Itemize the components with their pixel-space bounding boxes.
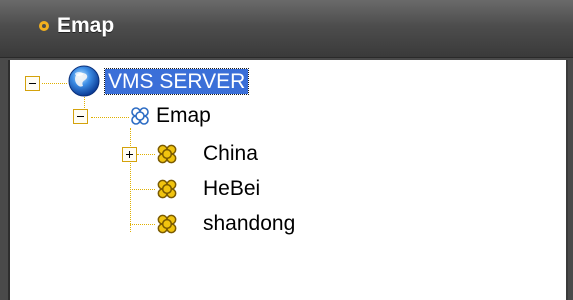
collapse-toggle-icon[interactable] bbox=[73, 109, 88, 124]
tree-line bbox=[130, 224, 155, 225]
tree-line bbox=[130, 128, 131, 232]
globe-icon bbox=[68, 65, 100, 97]
tree-line bbox=[91, 117, 129, 118]
panel-title-bar: Emap bbox=[0, 0, 573, 58]
emap-panel: Emap VMS SERVER Emap China HeBei shandon… bbox=[0, 0, 573, 300]
title-bullet-icon bbox=[39, 21, 49, 31]
map-node-icon bbox=[157, 214, 177, 234]
emap-tree[interactable]: VMS SERVER Emap China HeBei shandong bbox=[8, 60, 568, 300]
tree-node-label[interactable]: shandong bbox=[203, 211, 295, 236]
collapse-toggle-icon[interactable] bbox=[25, 76, 40, 91]
map-node-icon bbox=[157, 144, 177, 164]
panel-title: Emap bbox=[57, 14, 115, 37]
tree-node-label[interactable]: Emap bbox=[156, 103, 211, 128]
expand-toggle-icon[interactable] bbox=[122, 147, 137, 162]
tree-line bbox=[42, 83, 67, 84]
tree-node-label[interactable]: China bbox=[203, 141, 258, 166]
tree-line bbox=[137, 154, 155, 155]
tree-line bbox=[130, 189, 155, 190]
map-node-icon bbox=[157, 179, 177, 199]
emap-node-icon bbox=[131, 107, 149, 125]
tree-node-label[interactable]: HeBei bbox=[203, 176, 260, 201]
tree-node-label[interactable]: VMS SERVER bbox=[103, 68, 250, 95]
